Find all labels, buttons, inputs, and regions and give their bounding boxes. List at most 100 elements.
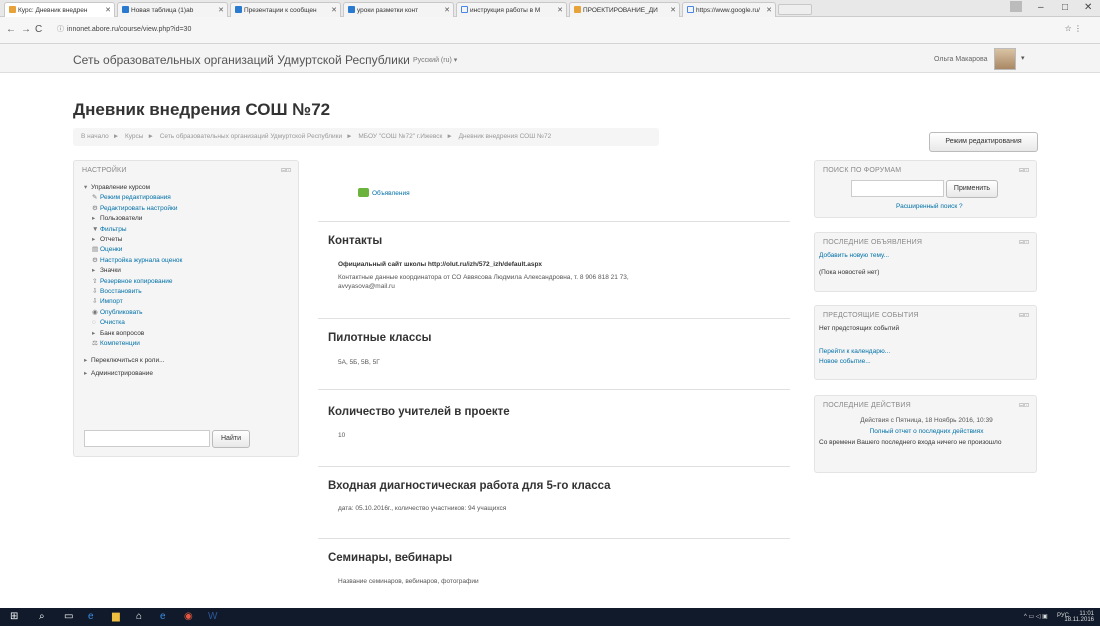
- windows-start-icon[interactable]: ⊞: [10, 611, 18, 622]
- clock[interactable]: 11:01 18.11.2016: [1064, 611, 1094, 623]
- full-report-link[interactable]: Полный отчет о последних действиях: [815, 428, 1038, 435]
- tree-item[interactable]: ▸ Значки: [84, 266, 182, 276]
- edit-mode-button[interactable]: Режим редактирования: [929, 132, 1038, 152]
- chevron-down-icon[interactable]: ▾: [1021, 54, 1025, 62]
- tree-item[interactable]: ▸ Пользователи: [84, 214, 182, 224]
- breadcrumb-item[interactable]: Дневник внедрения СОШ №72: [459, 133, 552, 140]
- store-icon[interactable]: ⌂: [136, 611, 142, 622]
- file-explorer-icon[interactable]: ▆: [112, 611, 120, 622]
- section-divider: [318, 466, 790, 467]
- tab-spreadsheet[interactable]: Новая таблица (1)ab ✕: [117, 2, 228, 17]
- docs-favicon-icon: [348, 6, 355, 13]
- forum-search-block: ПОИСК ПО ФОРУМАМ ⊟⊡ Применить Расширенны…: [814, 160, 1037, 218]
- settings-search-button[interactable]: Найти: [212, 430, 250, 448]
- reload-icon[interactable]: C: [35, 24, 42, 35]
- word-icon[interactable]: W: [208, 611, 217, 622]
- windows-taskbar: ⊞ ⌕ ▭ e ▆ ⌂ e ◉ W ^ ▭ ◁ ▣ РУС 11:01 18.11…: [0, 608, 1100, 626]
- tree-item[interactable]: ▸ Банк вопросов: [84, 329, 182, 339]
- tree-item[interactable]: ⚖ Компетенции: [84, 339, 182, 349]
- calendar-link[interactable]: Перейти к календарю...: [819, 348, 890, 355]
- tab-google[interactable]: https://www.google.ru/✕: [682, 2, 776, 17]
- breadcrumb-item[interactable]: Курсы: [125, 133, 144, 140]
- block-controls-icon[interactable]: ⊟⊡: [1019, 167, 1029, 174]
- recent-since-text: Действия с Пятница, 18 Ноябрь 2016, 10:3…: [860, 417, 993, 424]
- forum-search-button[interactable]: Применить: [946, 180, 998, 198]
- block-controls-icon[interactable]: ⊟⊡: [281, 167, 291, 174]
- breadcrumb-item[interactable]: В начало: [81, 133, 109, 140]
- add-topic-link[interactable]: Добавить новую тему...: [819, 252, 889, 259]
- tree-item[interactable]: ▸ Отчеты: [84, 235, 182, 245]
- tab-course[interactable]: Курс: Дневник внедрен ✕: [4, 2, 115, 17]
- tree-item[interactable]: ▤ Оценки: [84, 245, 182, 255]
- close-icon[interactable]: ✕: [557, 6, 563, 14]
- section-title: Количество учителей в проекте: [328, 406, 510, 418]
- tree-item[interactable]: ◉ Опубликовать: [84, 308, 182, 318]
- section-text: Контактные данные координатора от СО Авв…: [338, 274, 629, 281]
- tree-item-course-admin[interactable]: ▾ Управление курсом: [84, 183, 182, 193]
- new-tab-button[interactable]: [778, 4, 812, 15]
- breadcrumb-item[interactable]: МБОУ "СОШ №72" г.Ижевск: [358, 133, 442, 140]
- block-title: ПРЕДСТОЯЩИЕ СОБЫТИЯ: [823, 312, 919, 319]
- page-title: Дневник внедрения СОШ №72: [73, 100, 331, 119]
- tab-lessons[interactable]: уроки разметки конт ✕: [343, 2, 454, 17]
- no-events-text: Нет предстоящих событий: [819, 325, 900, 332]
- task-view-icon[interactable]: ▭: [64, 611, 73, 622]
- tree-item[interactable]: ⇧ Резервное копирование: [84, 277, 182, 287]
- url-field[interactable]: ⓘ innonet.abore.ru/course/view.php?id=30: [57, 24, 191, 34]
- settings-tree: ▾ Управление курсом ✎ Режим редактирования…: [84, 183, 182, 379]
- tray-icons[interactable]: ^ ▭ ◁ ▣: [1024, 613, 1048, 620]
- close-icon[interactable]: ✕: [766, 6, 772, 14]
- tree-item-switch-role[interactable]: ▸ Переключиться к роли...: [84, 356, 182, 366]
- forward-icon[interactable]: →: [21, 24, 31, 35]
- block-controls-icon[interactable]: ⊟⊡: [1019, 312, 1029, 319]
- tree-item[interactable]: ⚙ Настройка журнала оценок: [84, 256, 182, 266]
- tab-instruction[interactable]: инструкция работы в М ✕: [456, 2, 567, 17]
- close-icon[interactable]: ✕: [218, 6, 224, 14]
- publish-icon: ◉: [92, 308, 98, 316]
- tree-item[interactable]: ⇩ Импорт: [84, 297, 182, 307]
- breadcrumb-item[interactable]: Сеть образовательных организаций Удмуртс…: [160, 133, 342, 140]
- close-icon[interactable]: ✕: [331, 6, 337, 14]
- section-divider: [318, 318, 790, 319]
- forum-search-input[interactable]: [851, 180, 944, 197]
- language-menu[interactable]: Русский (ru) ▾: [413, 56, 457, 64]
- tree-item[interactable]: ⚙ Редактировать настройки: [84, 204, 182, 214]
- user-name[interactable]: Ольга Макарова: [934, 56, 988, 63]
- ie-icon[interactable]: e: [160, 611, 166, 622]
- back-icon[interactable]: ←: [6, 24, 16, 35]
- section-text: 5А, 5Б, 5В, 5Г: [338, 359, 380, 366]
- announcements-link[interactable]: Объявления: [358, 188, 410, 197]
- tab-design[interactable]: ПРОЕКТИРОВАНИЕ_ДИ ✕: [569, 2, 680, 17]
- advanced-search-link[interactable]: Расширенный поиск ?: [896, 203, 963, 210]
- tree-item[interactable]: ✎ Режим редактирования: [84, 193, 182, 203]
- block-controls-icon[interactable]: ⊟⊡: [1019, 402, 1029, 409]
- gear-icon: ⚙: [92, 204, 98, 212]
- tree-item[interactable]: ⇩ Восстановить: [84, 287, 182, 297]
- minimize-icon[interactable]: –: [1038, 2, 1044, 13]
- bookmark-star-icon[interactable]: ☆ ⋮: [1065, 24, 1082, 33]
- tab-presentations[interactable]: Презентации к сообщен ✕: [230, 2, 341, 17]
- tree-item[interactable]: ◌ Очистка: [84, 318, 182, 328]
- profile-icon[interactable]: [1010, 1, 1022, 12]
- edge-icon[interactable]: e: [88, 611, 94, 622]
- triangle-icon: ▸: [92, 215, 96, 223]
- close-icon[interactable]: ✕: [670, 6, 676, 14]
- block-controls-icon[interactable]: ⊟⊡: [1019, 239, 1029, 246]
- reset-icon: ◌: [92, 319, 96, 327]
- settings-search-input[interactable]: [84, 430, 210, 447]
- grades-icon: ▤: [92, 246, 99, 254]
- chrome-icon[interactable]: ◉: [184, 611, 193, 622]
- avatar[interactable]: [994, 48, 1016, 70]
- close-icon[interactable]: ✕: [444, 6, 450, 14]
- tree-item-site-admin[interactable]: ▸ Администрирование: [84, 369, 182, 379]
- site-navbar: Сеть образовательных организаций Удмуртс…: [0, 44, 1100, 73]
- search-icon[interactable]: ⌕: [39, 611, 45, 622]
- nothing-new-text: Со времени Вашего последнего входа ничег…: [819, 439, 1002, 446]
- maximize-icon[interactable]: □: [1062, 2, 1068, 13]
- section-divider: [318, 389, 790, 390]
- site-brand[interactable]: Сеть образовательных организаций Удмуртс…: [73, 53, 410, 67]
- new-event-link[interactable]: Новое событие...: [819, 358, 871, 365]
- tree-item[interactable]: ▼ Фильтры: [84, 225, 182, 235]
- close-icon[interactable]: ✕: [105, 6, 111, 14]
- close-window-icon[interactable]: ✕: [1084, 2, 1092, 13]
